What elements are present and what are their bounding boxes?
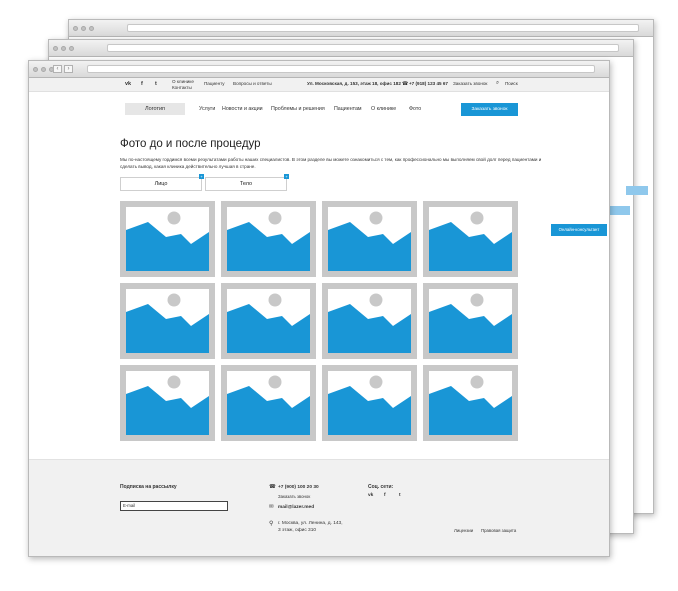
gallery-photo[interactable] — [423, 283, 518, 359]
nav-item-problems[interactable]: Проблемы и решения — [271, 106, 325, 112]
phone-icon: ☎ — [402, 81, 409, 87]
image-placeholder-icon — [227, 207, 310, 271]
subscribe-label: Подписка на рассылку — [120, 484, 177, 490]
gallery-photo[interactable] — [322, 201, 417, 277]
nav-item-services[interactable]: Услуги — [199, 106, 215, 112]
image-placeholder-icon — [126, 289, 209, 353]
gallery-photo[interactable] — [322, 283, 417, 359]
footer: Подписка на рассылку E-mail ☎ +7 (900) 1… — [29, 459, 609, 556]
back-arrow-icon[interactable]: ‹ — [53, 65, 62, 73]
phone-icon: ☎ — [269, 484, 276, 490]
mail-icon: ✉ — [269, 504, 274, 510]
email-field[interactable]: E-mail — [120, 501, 228, 511]
browser-chrome — [49, 40, 633, 57]
search-link[interactable]: Поиск — [505, 81, 518, 86]
topbar-link-faq[interactable]: Вопросы и ответы — [233, 81, 272, 86]
search-icon[interactable]: ⌕ — [496, 80, 499, 87]
top-bar: vk f t О клинике Контакты Пациенту Вопро… — [29, 78, 609, 92]
gallery-photo[interactable] — [221, 201, 316, 277]
gallery-photo[interactable] — [322, 365, 417, 441]
topbar-callback-link[interactable]: Заказать звонок — [453, 81, 487, 86]
gallery-photo[interactable] — [423, 365, 518, 441]
gallery-photo[interactable] — [221, 283, 316, 359]
gallery-photo[interactable] — [423, 201, 518, 277]
twitter-icon[interactable]: t — [155, 81, 157, 87]
footer-callback-link[interactable]: Заказать звонок — [278, 494, 310, 499]
nav-item-about[interactable]: О клинике — [371, 106, 396, 112]
legal-link[interactable]: Правовая защита — [481, 528, 516, 533]
image-placeholder-icon — [227, 371, 310, 435]
image-placeholder-icon — [328, 207, 411, 271]
filter-body[interactable]: Тело + — [205, 174, 289, 191]
nav-item-news[interactable]: Новости и акции — [222, 106, 263, 112]
gallery-photo[interactable] — [120, 201, 215, 277]
gallery-photo[interactable] — [120, 365, 215, 441]
image-placeholder-icon — [429, 289, 512, 353]
address-bar — [107, 44, 619, 52]
image-placeholder-icon — [429, 207, 512, 271]
plus-icon: + — [284, 174, 289, 179]
location-pin-icon: ⚲ — [269, 521, 274, 527]
licenses-link[interactable]: Лицензии — [454, 528, 473, 533]
image-placeholder-icon — [227, 289, 310, 353]
twitter-icon[interactable]: t — [399, 493, 401, 498]
footer-address-line1: г. Москва, ул. Ленина, д. 143, — [278, 521, 343, 526]
topbar-link-about[interactable]: О клинике — [172, 79, 194, 84]
footer-phone[interactable]: +7 (900) 100 20 30 — [278, 485, 319, 490]
gallery-photo[interactable] — [221, 365, 316, 441]
vk-icon[interactable]: vk — [368, 493, 373, 498]
plus-icon: + — [199, 174, 204, 179]
footer-address-line2: 3 этаж, офис 310 — [278, 528, 317, 533]
nav-item-patients[interactable]: Пациентам — [334, 106, 362, 112]
vk-icon[interactable]: vk — [125, 81, 131, 87]
image-placeholder-icon — [328, 371, 411, 435]
image-placeholder-icon — [328, 289, 411, 353]
footer-email[interactable]: mail@lazer.med — [278, 505, 314, 510]
image-placeholder-icon — [126, 371, 209, 435]
browser-chrome: ‹ › — [29, 61, 609, 78]
page-title: Фото до и после процедур — [120, 138, 261, 150]
image-placeholder-icon — [126, 207, 209, 271]
intro-text: Мы по-настоящему гордимся всеми результа… — [120, 157, 542, 169]
topbar-address: Ул. Московская, д. 153, этаж 18, офис 18… — [307, 81, 401, 86]
facebook-icon[interactable]: f — [141, 81, 143, 87]
address-bar — [127, 24, 639, 32]
order-call-button[interactable]: Заказать звонок — [461, 103, 518, 116]
browser-chrome — [69, 20, 653, 37]
gallery-photo[interactable] — [120, 283, 215, 359]
logo[interactable]: Логотип — [125, 103, 185, 115]
facebook-icon[interactable]: f — [384, 493, 386, 498]
social-label: Соц. сети: — [368, 484, 394, 490]
browser-window-main: ‹ › vk f t О клинике Контакты Пациенту В… — [28, 60, 610, 557]
filter-face[interactable]: Лицо + — [120, 174, 204, 191]
filter-body-label: Тело — [239, 181, 253, 187]
image-placeholder-icon — [429, 371, 512, 435]
topbar-phone[interactable]: +7 (918) 123 45 67 — [409, 81, 448, 86]
filter-face-label: Лицо — [154, 181, 168, 187]
nav-item-photo[interactable]: Фото — [409, 106, 421, 112]
forward-arrow-icon[interactable]: › — [64, 65, 73, 73]
topbar-link-patient[interactable]: Пациенту — [204, 81, 225, 86]
online-consultant-button[interactable]: Онлайн-консультант — [551, 224, 607, 236]
back-window-consult-tab — [626, 186, 648, 195]
topbar-link-contacts[interactable]: Контакты — [172, 85, 192, 90]
address-bar[interactable] — [87, 65, 595, 73]
